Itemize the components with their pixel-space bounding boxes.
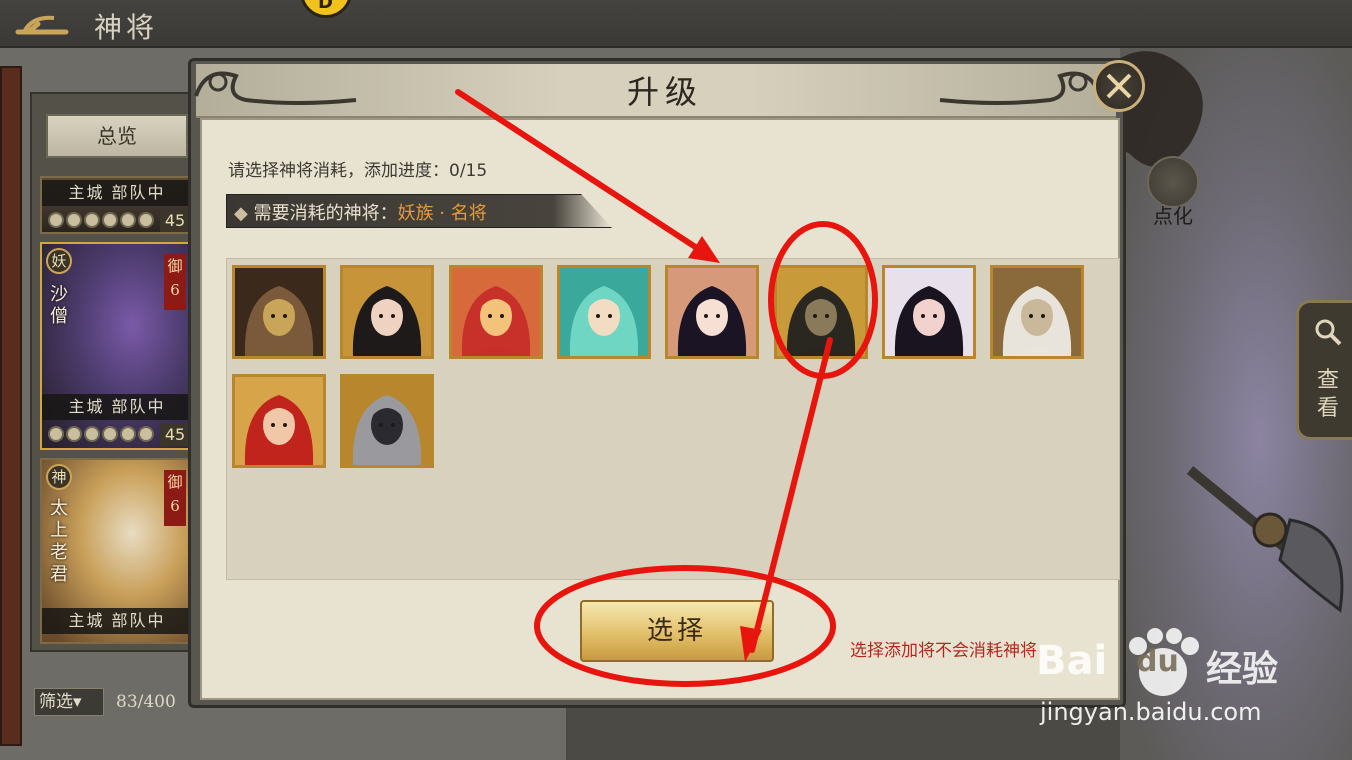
left-edge-panel <box>0 66 22 746</box>
faction-badge: 神 <box>46 464 72 490</box>
hero-portrait-dark-bearded-man <box>777 268 865 356</box>
hero-tile[interactable] <box>882 265 976 359</box>
cloud-scroll-decoration <box>939 71 1102 105</box>
hero-portrait-fox-lady <box>885 268 973 356</box>
hero-count: 83/400 <box>116 692 176 712</box>
hero-status: 主城 部队中 <box>42 180 192 206</box>
consume-prompt: 请选择神将消耗，添加进度：0/15 <box>228 156 487 181</box>
hero-portrait-flower-princess <box>668 268 756 356</box>
watermark-brand: Bai <box>1036 638 1108 684</box>
roster-hero-card[interactable]: 妖 沙僧 御6 主城 部队中 45 <box>40 242 194 450</box>
star-rating <box>48 426 156 444</box>
hero-portrait-black-hair-maiden <box>343 268 431 356</box>
roster-hero-card[interactable]: 主城 部队中 45 <box>40 176 194 234</box>
overview-button[interactable]: 总览 <box>46 114 188 158</box>
select-note: 选择添加将不会消耗神将 <box>850 641 1037 661</box>
watermark-url: jingyan.baidu.com <box>1040 698 1262 726</box>
star-rating <box>48 212 156 230</box>
dianhua-label: 点化 <box>1153 204 1193 228</box>
hero-tile[interactable] <box>340 265 434 359</box>
hero-tile[interactable] <box>232 265 326 359</box>
hero-tile[interactable] <box>232 374 326 468</box>
hero-tile[interactable] <box>774 265 868 359</box>
hero-tile[interactable] <box>665 265 759 359</box>
close-button[interactable] <box>1093 60 1145 112</box>
faction-badge: 妖 <box>46 248 72 274</box>
hero-tile[interactable] <box>557 265 651 359</box>
hero-name: 沙僧 <box>50 284 68 327</box>
dialog-title: 升级 <box>626 73 703 111</box>
dianhua-button[interactable]: 点化 <box>1140 156 1206 236</box>
magnifier-icon <box>1315 319 1342 346</box>
watermark-du: du <box>1136 644 1179 679</box>
select-button[interactable]: 选择 <box>580 600 774 662</box>
consume-prompt-label: 请选择神将消耗，添加进度： <box>228 161 449 181</box>
baidu-jingyan-watermark: Bai du 经验 jingyan.baidu.com <box>1036 628 1316 738</box>
hero-portrait-white-hair-elder <box>993 268 1081 356</box>
hero-portrait-red-flame-boy <box>452 268 540 356</box>
screen-title: 神将 <box>94 11 159 44</box>
rank-badge: 御6 <box>164 470 186 526</box>
back-arrow-icon[interactable] <box>14 10 74 40</box>
hero-status: 主城 部队中 <box>42 394 192 420</box>
coin-icon[interactable]: D <box>300 0 352 18</box>
close-swords-icon <box>1106 73 1132 99</box>
hero-name: 太上老君 <box>50 498 68 585</box>
hero-portrait-teal-hair-warrior <box>560 268 648 356</box>
hero-portrait-lion-demon <box>235 268 323 356</box>
requirement-label: 需要消耗的神将： <box>253 203 398 224</box>
hero-portrait-armored-skull-general <box>343 377 431 465</box>
hero-portrait-red-hair-youth <box>235 377 323 465</box>
rank-badge: 御6 <box>164 254 186 310</box>
hero-tile[interactable] <box>340 374 434 468</box>
hero-tile[interactable] <box>990 265 1084 359</box>
hero-status: 主城 部队中 <box>42 608 192 634</box>
cloud-scroll-decoration <box>194 71 357 105</box>
hero-level: 45 <box>160 424 190 446</box>
roster-hero-card[interactable]: 神 太上老君 御6 主城 部队中 <box>40 458 194 644</box>
requirement-value: 妖族 · 名将 <box>397 203 487 224</box>
watermark-jingyan: 经验 <box>1206 649 1279 690</box>
requirement-text: ◆ 需要消耗的神将：妖族 · 名将 <box>234 203 487 224</box>
filter-dropdown[interactable]: 筛选▾ <box>34 688 104 716</box>
hero-tile[interactable] <box>449 265 543 359</box>
axe-weapon-icon <box>1186 466 1344 613</box>
hero-level: 45 <box>160 210 190 232</box>
progress-value: 0/15 <box>449 161 488 181</box>
chakan-label: 查看 <box>1316 368 1339 421</box>
chakan-button[interactable]: 查看 <box>1296 300 1352 440</box>
